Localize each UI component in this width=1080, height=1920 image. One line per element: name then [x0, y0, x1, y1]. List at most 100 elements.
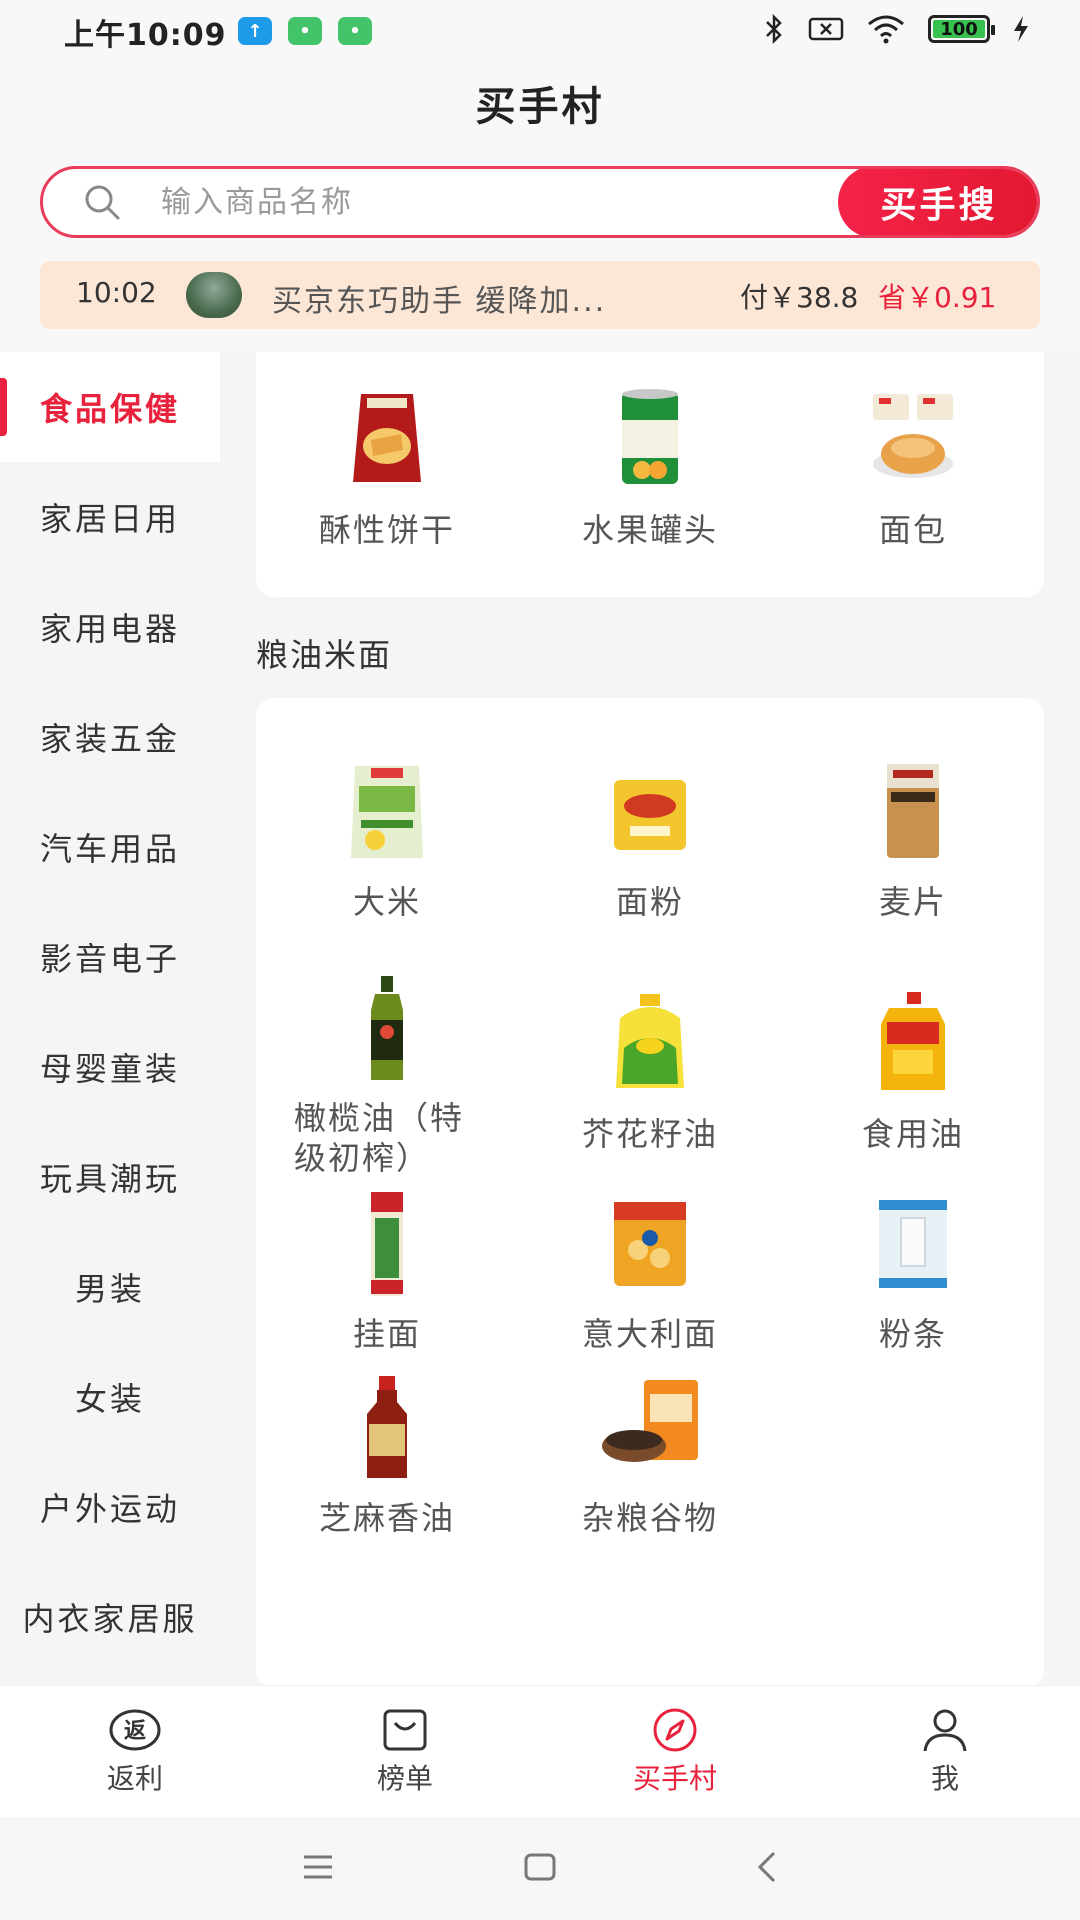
product-item[interactable]: 食用油	[782, 988, 1044, 1154]
ticker-saved-amount: 省￥0.91	[878, 281, 997, 314]
sidebar-item-underwear[interactable]: 内衣家居服	[0, 1562, 220, 1672]
product-label: 面粉	[615, 883, 684, 921]
product-item[interactable]: 挂面	[256, 1188, 518, 1354]
product-item[interactable]: 麦片	[782, 756, 1044, 922]
sidebar-item-appliances[interactable]: 家用电器	[0, 572, 220, 682]
sidebar-item-home[interactable]: 家居日用	[0, 462, 220, 572]
product-item[interactable]: 杂粮谷物	[519, 1372, 781, 1538]
sidebar-item-hardware[interactable]: 家装五金	[0, 682, 220, 792]
bluetooth-icon	[766, 14, 782, 44]
sesame-oil-bottle-image	[367, 1376, 407, 1478]
sidebar-item-electronics[interactable]: 影音电子	[0, 902, 220, 1012]
product-item[interactable]: 意大利面	[519, 1188, 781, 1354]
battery-level: 100	[940, 18, 978, 40]
sidebar-item-toys[interactable]: 玩具潮玩	[0, 1122, 220, 1232]
avatar	[186, 272, 242, 318]
sidebar-item-womenswear[interactable]: 女装	[0, 1342, 220, 1452]
product-item[interactable]: 酥性饼干	[256, 384, 518, 550]
product-item[interactable]: 水果罐头	[519, 384, 781, 550]
bottom-navigation: 返 返利 榜单 买手村 我	[0, 1685, 1080, 1817]
product-card: 大米 面粉 麦片 橄榄油（特 级初榨） 芥花籽油 食用油 挂面 意大利面 粉条 …	[256, 698, 1044, 1685]
app-screen: 上午10:09 ↑ • • 100 买手村 买手搜 10:02	[0, 0, 1080, 1920]
search-input[interactable]	[161, 177, 761, 227]
sidebar-item-menswear[interactable]: 男装	[0, 1232, 220, 1342]
home-icon[interactable]	[520, 1847, 560, 1887]
charging-icon	[1014, 16, 1028, 42]
user-icon	[923, 1709, 967, 1751]
sidebar-item-baby[interactable]: 母婴童装	[0, 1012, 220, 1122]
purchase-ticker[interactable]: 10:02 买京东巧助手 缓降加... 付￥38.8 省￥0.91	[40, 261, 1040, 329]
sidebar-item-food[interactable]: 食品保健	[0, 352, 220, 462]
section-title: 粮油米面	[256, 636, 393, 674]
bag-icon	[383, 1709, 427, 1750]
ticker-product-text: 买京东巧助手 缓降加...	[272, 284, 607, 319]
canola-oil-bottle-image	[616, 994, 684, 1088]
product-label: 橄榄油（特 级初榨）	[256, 1098, 518, 1178]
back-icon[interactable]	[748, 1847, 788, 1887]
olive-oil-bottle-image	[371, 976, 403, 1080]
page-title: 买手村	[475, 84, 605, 130]
battery-icon: 100	[928, 15, 995, 43]
system-navigation-bar	[0, 1817, 1080, 1920]
top-area: 上午10:09 ↑ • • 100 买手村 买手搜 10:02	[0, 0, 1080, 352]
tab-rebate[interactable]: 返 返利	[0, 1686, 270, 1817]
app-notification-icon: •	[288, 17, 322, 45]
biscuit-bag-image	[353, 394, 421, 482]
status-bar: 上午10:09 ↑ • • 100	[0, 0, 1080, 62]
tab-label: 我	[930, 1761, 959, 1795]
product-label: 水果罐头	[581, 511, 718, 549]
ticker-paid-amount: 付￥38.8	[740, 281, 859, 314]
product-label: 酥性饼干	[318, 511, 455, 549]
compass-icon	[653, 1708, 697, 1751]
pasta-package-image	[614, 1202, 686, 1286]
product-panel: 酥性饼干 水果罐头 面包 粮油米面 大米 面粉 麦片 橄榄油（特 级初榨） 芥花…	[220, 352, 1080, 1685]
tab-label: 榜单	[376, 1761, 433, 1795]
tab-me[interactable]: 我	[810, 1686, 1080, 1817]
system-icons: 100	[762, 14, 1030, 44]
product-label: 芝麻香油	[318, 1499, 455, 1537]
product-label: 面包	[878, 511, 947, 549]
wifi-icon	[868, 15, 904, 44]
sidebar-item-auto[interactable]: 汽车用品	[0, 792, 220, 902]
product-item[interactable]: 大米	[256, 756, 518, 922]
tab-buyer-village[interactable]: 买手村	[540, 1686, 810, 1817]
menu-icon[interactable]	[298, 1847, 338, 1887]
product-item[interactable]: 芝麻香油	[256, 1372, 518, 1538]
product-item[interactable]: 面包	[782, 384, 1044, 550]
product-label: 麦片	[878, 883, 947, 921]
canned-fruit-image	[622, 389, 678, 484]
upload-notification-icon: ↑	[238, 17, 272, 45]
tab-ranking[interactable]: 榜单	[270, 1686, 540, 1817]
product-label: 意大利面	[581, 1315, 718, 1353]
grains-package-image	[602, 1380, 698, 1462]
rice-bag-image	[351, 766, 423, 858]
product-label: 粉条	[878, 1315, 947, 1353]
product-label: 挂面	[352, 1315, 421, 1353]
tab-label: 返利	[106, 1761, 163, 1795]
tab-label: 买手村	[632, 1761, 717, 1795]
noodles-package-image	[371, 1192, 403, 1296]
cooking-oil-bottle-image	[881, 992, 945, 1090]
oats-bag-image	[887, 764, 939, 858]
app-notification-icon: •	[338, 17, 372, 45]
product-item[interactable]: 芥花籽油	[519, 988, 781, 1154]
product-card: 酥性饼干 水果罐头 面包	[256, 352, 1044, 597]
no-sim-icon	[808, 17, 844, 41]
category-sidebar: 食品保健 家居日用 家用电器 家装五金 汽车用品 影音电子 母婴童装 玩具潮玩 …	[0, 352, 220, 1685]
bread-image	[873, 394, 953, 478]
search-icon	[85, 185, 120, 220]
product-label: 芥花籽油	[581, 1115, 718, 1153]
search-bar[interactable]: 买手搜	[40, 166, 1040, 238]
product-item[interactable]: 面粉	[519, 756, 781, 922]
product-label: 食用油	[861, 1115, 964, 1153]
svg-text:返: 返	[124, 1719, 146, 1744]
rebate-icon: 返	[109, 1709, 161, 1750]
product-item[interactable]: 粉条	[782, 1188, 1044, 1354]
product-label: 大米	[352, 883, 421, 921]
flour-bag-image	[614, 780, 686, 850]
search-button[interactable]: 买手搜	[838, 169, 1037, 235]
product-label-line: 级初榨）	[294, 1139, 431, 1177]
sidebar-item-outdoor[interactable]: 户外运动	[0, 1452, 220, 1562]
status-time: 上午10:09	[64, 18, 227, 53]
product-item[interactable]: 橄榄油（特 级初榨）	[256, 974, 518, 1178]
